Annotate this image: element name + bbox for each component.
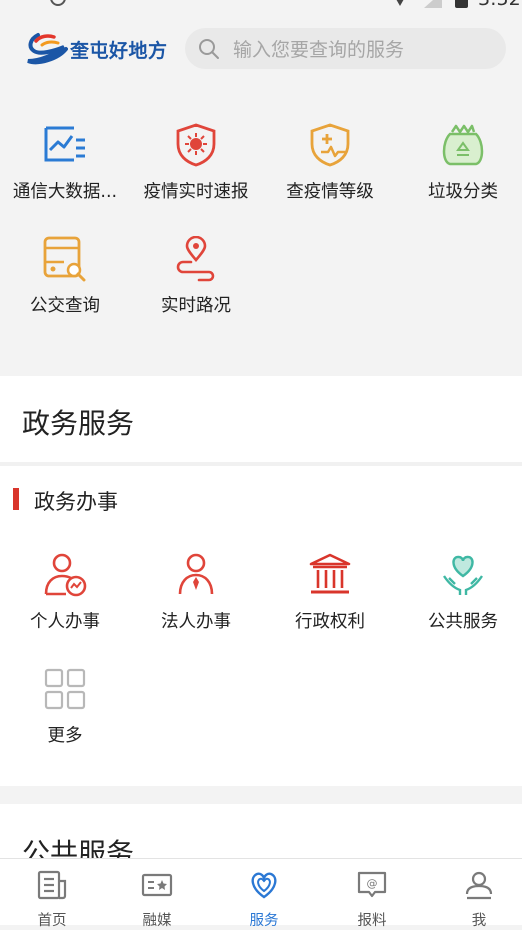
legal-person-icon [178,553,214,595]
sub-title-accent-bar [13,488,19,510]
virus-shield-icon [176,123,216,167]
gov-section-header: 政务服务 [0,376,522,462]
camera-notification-icon [50,0,66,6]
signal-icon [424,0,442,8]
svg-text:@: @ [367,877,378,890]
newspaper-icon [37,870,67,900]
gov-item-public-service[interactable]: 公共服务 [398,552,522,642]
battery-icon [455,0,468,8]
service-bus-query[interactable]: 公交查询 [0,236,130,326]
service-telecom-big-data[interactable]: 通信大数据... [0,122,130,212]
grid-more-icon [44,668,86,710]
nav-report[interactable]: @ 报料 [320,859,424,929]
logo-swoosh-icon [27,33,68,65]
recycle-bag-icon [442,124,484,166]
service-label: 实时路况 [161,296,231,316]
profile-icon [465,871,493,900]
gov-sub-title: 政务办事 [34,490,118,514]
gov-item-more[interactable]: 更多 [0,666,130,756]
search-input[interactable]: 输入您要查询的服务 [185,28,506,69]
gov-section-title: 政务服务 [22,407,135,440]
service-garbage-sorting[interactable]: 垃圾分类 [398,122,522,212]
service-epidemic-level[interactable]: 查疫情等级 [265,122,395,212]
government-building-icon [309,553,351,594]
medical-shield-icon [310,123,350,167]
wifi-icon [392,0,408,6]
nav-media[interactable]: 融媒 [105,859,209,929]
app-logo[interactable]: 奎屯好地方 [24,31,168,67]
gov-item-label: 更多 [47,726,83,746]
service-traffic[interactable]: 实时路况 [131,236,261,326]
nav-label: 融媒 [142,913,172,929]
gov-item-label: 法人办事 [161,612,231,632]
heart-service-icon [251,872,277,899]
service-label: 查疫情等级 [286,182,374,202]
nav-label: 服务 [249,913,279,929]
gov-item-personal[interactable]: 个人办事 [0,552,130,642]
heart-hands-icon [443,555,483,595]
app-header: 奎屯好地方 输入您要查询的服务 [0,14,522,84]
gov-item-legal-person[interactable]: 法人办事 [131,552,261,642]
nav-label: 报料 [357,913,387,929]
service-label: 疫情实时速报 [143,182,249,202]
gov-affairs-card: 政务办事 个人办事 法人办事 行政权利 公共服务 更多 [0,466,522,786]
logo-text: 奎屯好地方 [70,40,168,62]
nav-me[interactable]: 我 [427,859,522,929]
status-time: 3:52 [478,0,521,10]
nav-service[interactable]: 服务 [212,859,316,929]
gov-item-label: 行政权利 [295,612,365,632]
nav-label: 我 [471,913,487,929]
public-section-header: 公共服务 [0,804,522,870]
service-label: 垃圾分类 [428,182,498,202]
service-label: 通信大数据... [12,182,118,202]
person-icon [44,553,87,597]
map-route-icon [176,236,215,282]
service-label: 公交查询 [30,296,100,316]
service-epidemic-report[interactable]: 疫情实时速报 [131,122,261,212]
search-placeholder: 输入您要查询的服务 [233,39,405,61]
status-bar: 3:52 [0,0,522,14]
bus-search-icon [43,236,86,282]
media-icon [141,873,173,897]
data-chart-icon [44,126,85,162]
gov-item-admin-rights[interactable]: 行政权利 [265,552,395,642]
nav-home[interactable]: 首页 [0,859,104,929]
gov-item-label: 个人办事 [30,612,100,632]
report-icon: @ [357,871,387,898]
bottom-nav: 首页 融媒 服务 @ 报料 我 [0,858,522,929]
nav-label: 首页 [37,913,67,929]
gov-item-label: 公共服务 [428,612,498,632]
search-icon [199,38,219,59]
